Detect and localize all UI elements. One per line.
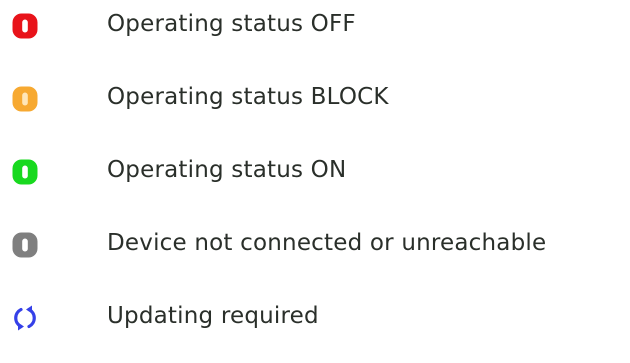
legend-label: Operating status BLOCK [107, 84, 389, 110]
status-on-icon [12, 159, 38, 185]
legend-label: Updating required [107, 303, 319, 329]
legend-item-status-on: Operating status ON [0, 150, 630, 190]
refresh-icon [14, 305, 36, 331]
legend-item-status-unreachable: Device not connected or unreachable [0, 223, 630, 263]
legend-label: Operating status ON [107, 157, 347, 183]
legend-label: Operating status OFF [107, 11, 356, 37]
status-legend: Operating status OFF Operating status BL… [0, 0, 630, 363]
status-off-icon [12, 13, 38, 39]
status-unreachable-icon [12, 232, 38, 258]
legend-label: Device not connected or unreachable [107, 230, 547, 256]
status-block-icon [12, 86, 38, 112]
legend-item-status-block: Operating status BLOCK [0, 77, 630, 117]
legend-item-status-off: Operating status OFF [0, 4, 630, 44]
legend-item-update-required: Updating required [0, 296, 630, 336]
